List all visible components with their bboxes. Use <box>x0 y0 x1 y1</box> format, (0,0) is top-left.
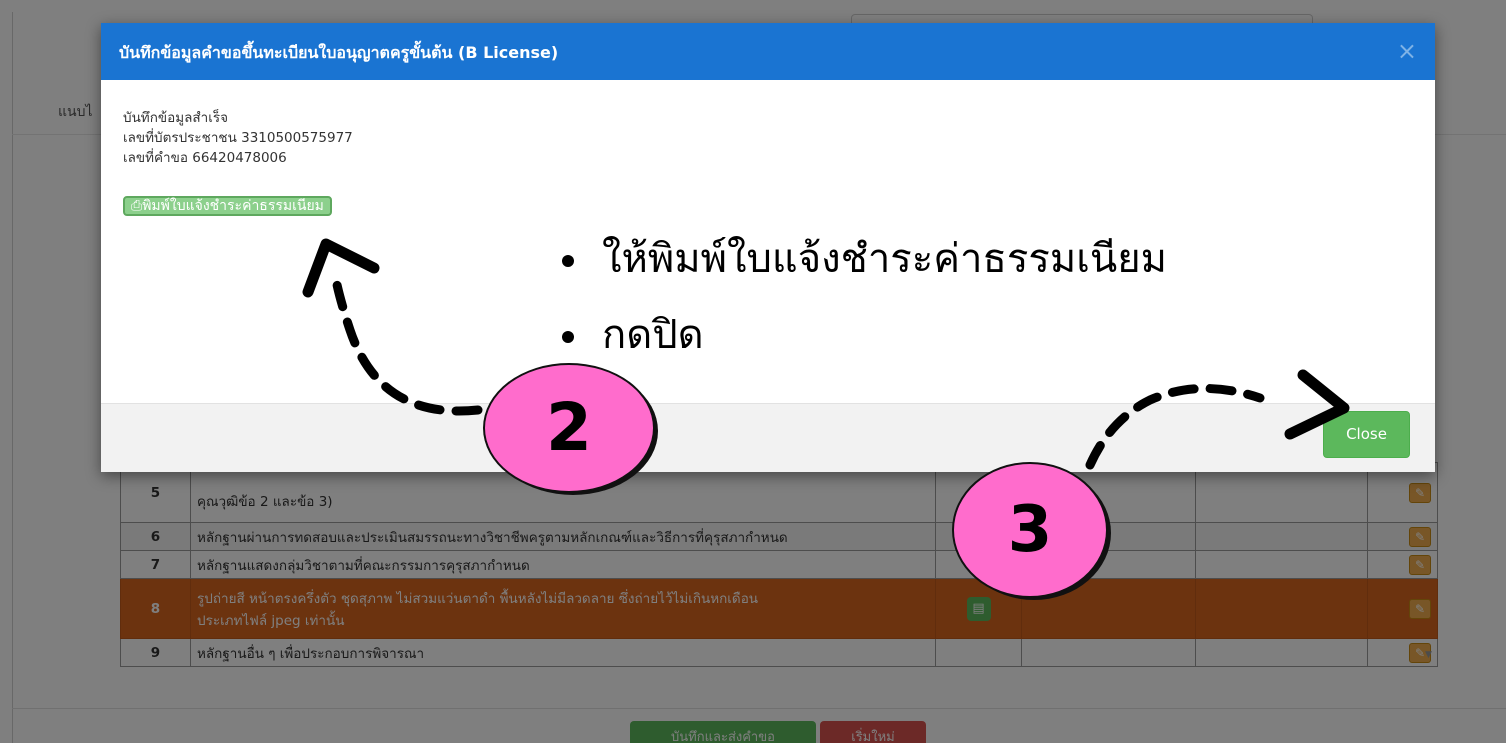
arrowhead-close-icon <box>1284 369 1350 440</box>
dashed-arrow-to-print-icon <box>331 275 483 416</box>
annotation-arrows <box>302 238 1350 470</box>
screen: แนบไ 5 คุณวุฒิข้อ 2 และข้อ 3) ✎ 6 หลักฐา… <box>0 0 1506 743</box>
step-3-badge: 3 <box>952 462 1108 598</box>
dashed-arrow-to-close-icon <box>1085 383 1265 470</box>
step-2-badge: 2 <box>483 363 655 493</box>
